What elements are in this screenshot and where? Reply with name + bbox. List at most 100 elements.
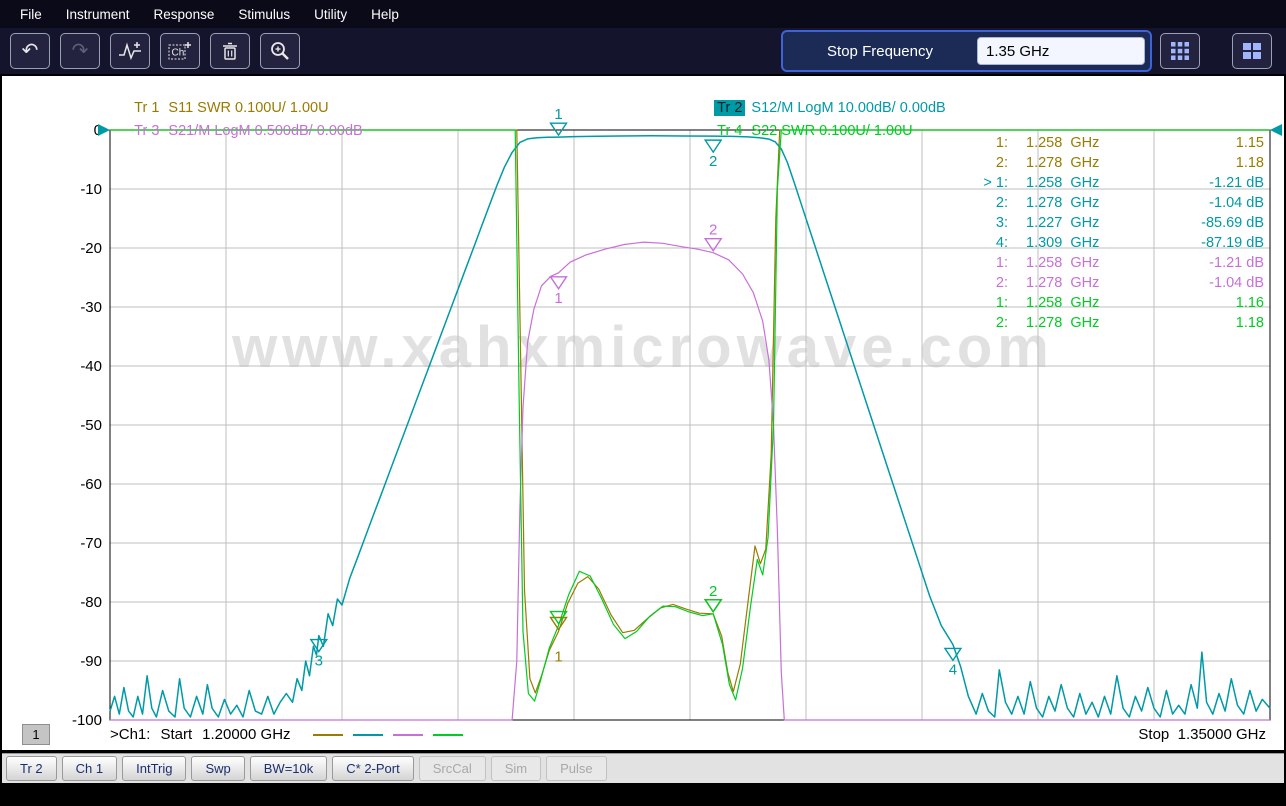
add-trace-button[interactable] <box>110 33 150 69</box>
marker-value: -1.21 dB <box>1209 175 1264 191</box>
status-button-srccal: SrcCal <box>418 756 486 781</box>
status-button-ch-1[interactable]: Ch 1 <box>61 756 118 781</box>
marker-readout-row: 1: 1.258 GHz 1.15 <box>962 133 1264 153</box>
stop-value: 1.35000 GHz <box>1177 726 1266 743</box>
y-axis-label: -30 <box>80 299 102 316</box>
marker-number: 2: <box>995 155 1008 171</box>
y-axis-label: -90 <box>80 653 102 670</box>
marker-readout-row: 1: 1.258 GHz -1.21 dB <box>962 253 1264 273</box>
marker-value: 1.18 <box>1235 155 1264 171</box>
sweep-range-row: >Ch1: Start 1.20000 GHz Stop 1.35000 GHz <box>110 726 1266 743</box>
marker-label-tr2-2: 2 <box>709 153 717 170</box>
channel-tab[interactable]: 1 <box>22 724 50 745</box>
menu-bar: File Instrument Response Stimulus Utility Hel… <box>0 0 1286 28</box>
marker-value: -1.04 dB <box>1209 275 1264 291</box>
status-button-inttrig[interactable]: IntTrig <box>122 756 187 781</box>
zoom-in-icon <box>271 42 289 60</box>
marker-label-tr2-1: 1 <box>554 106 562 123</box>
trace4-header[interactable]: Tr 4 S22 SWR 0.100U/ 1.00U <box>690 107 913 155</box>
marker-label-tr2-3: 3 <box>315 653 323 670</box>
marker-frequency: 1.309 GHz <box>1026 235 1100 251</box>
marker-readout-row: 2: 1.278 GHz 1.18 <box>962 313 1264 333</box>
stop-frequency-input[interactable] <box>977 37 1145 65</box>
marker-tr2-1[interactable] <box>549 122 568 137</box>
stop-range: Stop 1.35000 GHz <box>1138 726 1266 743</box>
status-button-sim: Sim <box>490 756 542 781</box>
display-layout-button[interactable] <box>1232 33 1272 69</box>
marker-value: 1.18 <box>1235 315 1264 331</box>
stop-frequency-control: Stop Frequency <box>781 30 1152 72</box>
delete-button[interactable] <box>210 33 250 69</box>
menu-item-file[interactable]: File <box>8 3 54 26</box>
marker-readout-row: > 1: 1.258 GHz -1.21 dB <box>962 173 1264 193</box>
y-axis-label: -50 <box>80 417 102 434</box>
marker-label-tr2-4: 4 <box>949 661 957 678</box>
status-button-tr-2[interactable]: Tr 2 <box>6 756 57 781</box>
marker-frequency: 1.278 GHz <box>1026 315 1100 331</box>
marker-number: 2: <box>995 195 1008 211</box>
marker-tr3-2[interactable] <box>703 238 723 252</box>
marker-number: 1: <box>995 295 1008 311</box>
keypad-button[interactable] <box>1160 33 1200 69</box>
menu-item-instrument[interactable]: Instrument <box>54 3 142 26</box>
undo-button[interactable]: ↶ <box>10 33 50 69</box>
redo-icon: ↷ <box>71 40 89 62</box>
menu-item-stimulus[interactable]: Stimulus <box>226 3 302 26</box>
marker-number: 1: <box>995 255 1008 271</box>
marker-value: -1.04 dB <box>1209 195 1264 211</box>
y-axis-label: -20 <box>80 240 102 257</box>
y-axis-label: -40 <box>80 358 102 375</box>
status-button-bw-10k[interactable]: BW=10k <box>249 756 328 781</box>
marker-frequency: 1.227 GHz <box>1026 215 1100 231</box>
menu-item-utility[interactable]: Utility <box>302 3 359 26</box>
menu-item-response[interactable]: Response <box>142 3 227 26</box>
vna-application-window: File Instrument Response Stimulus Utility Hel… <box>0 0 1286 806</box>
channel-label: >Ch1: <box>110 726 151 743</box>
marker-frequency: 1.278 GHz <box>1026 155 1100 171</box>
marker-frequency: 1.278 GHz <box>1026 195 1100 211</box>
marker-readout-row: 2: 1.278 GHz -1.04 dB <box>962 273 1264 293</box>
y-axis-label: -60 <box>80 476 102 493</box>
marker-value: 1.15 <box>1235 135 1264 151</box>
y-axis-labels: 0-10-20-30-40-50-60-70-80-90-100 <box>72 122 102 729</box>
marker-readout-row: 3: 1.227 GHz -85.69 dB <box>962 213 1264 233</box>
marker-frequency: 1.258 GHz <box>1026 255 1100 271</box>
legend-swatch-tr2 <box>352 733 383 736</box>
marker-value: -87.19 dB <box>1201 235 1264 251</box>
marker-readout-row: 4: 1.309 GHz -87.19 dB <box>962 233 1264 253</box>
marker-number: 1: <box>995 135 1008 151</box>
stop-frequency-label: Stop Frequency <box>827 42 933 60</box>
y-axis-label: -100 <box>72 712 102 729</box>
marker-number: 2: <box>995 275 1008 291</box>
add-channel-button[interactable]: Ch <box>160 33 200 69</box>
marker-frequency: 1.278 GHz <box>1026 275 1100 291</box>
marker-label-tr4-2: 2 <box>709 583 717 600</box>
marker-frequency: 1.258 GHz <box>1026 135 1100 151</box>
menu-item-help[interactable]: Help <box>359 3 411 26</box>
marker-label-tr3-2: 2 <box>709 222 717 239</box>
trace3-header[interactable]: Tr 3 S21/M LogM 0.500dB/ 0.00dB <box>107 107 363 155</box>
status-button-swp[interactable]: Swp <box>191 756 245 781</box>
trace3-desc: S21/M LogM 0.500dB/ 0.00dB <box>168 123 363 139</box>
marker-value: -1.21 dB <box>1209 255 1264 271</box>
marker-value: 1.16 <box>1235 295 1264 311</box>
legend-swatch-tr1 <box>312 733 343 736</box>
redo-button: ↷ <box>60 33 100 69</box>
zoom-button[interactable] <box>260 33 300 69</box>
add-trace-icon <box>119 42 141 61</box>
marker-label-tr1-1: 1 <box>554 649 562 666</box>
add-channel-icon: Ch <box>168 42 191 60</box>
marker-number: 4: <box>995 235 1008 251</box>
undo-icon: ↶ <box>21 40 39 62</box>
stop-label: Stop <box>1138 726 1170 743</box>
trace4-desc: S22 SWR 0.100U/ 1.00U <box>751 123 913 139</box>
marker-tr3-1[interactable] <box>549 276 568 291</box>
status-button-c-2-port[interactable]: C* 2-Port <box>332 756 414 781</box>
status-bar: Tr 2 Ch 1 IntTrig Swp BW=10k C* 2-Port SrcCal S… <box>2 753 1284 783</box>
marker-readout-row: 1: 1.258 GHz 1.16 <box>962 293 1264 313</box>
trace-color-legend <box>312 733 473 736</box>
ref-level-indicator-right <box>1270 124 1282 136</box>
start-label: Start <box>160 726 193 743</box>
legend-swatch-tr3 <box>392 733 423 736</box>
marker-readout-row: 2: 1.278 GHz -1.04 dB <box>962 193 1264 213</box>
